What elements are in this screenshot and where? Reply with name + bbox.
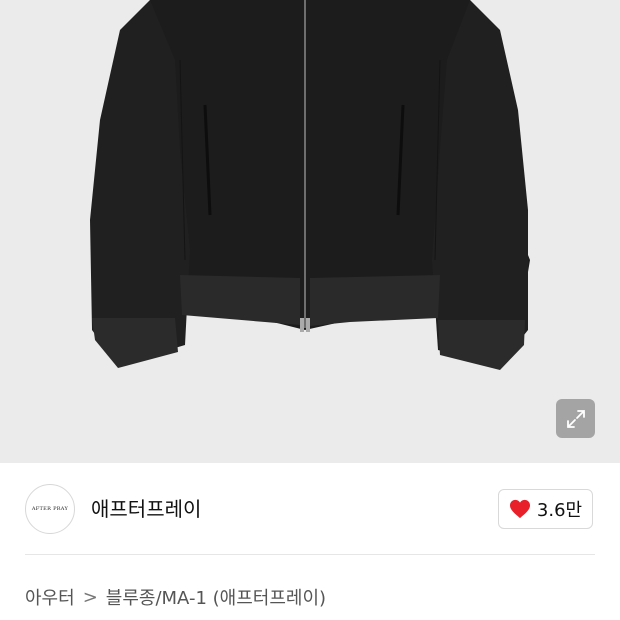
breadcrumb-category[interactable]: 아우터: [25, 584, 75, 610]
heart-icon: [509, 499, 530, 519]
brand-row: AFTER PRAY 애프터프레이 3.6만: [0, 463, 620, 555]
breadcrumb-separator: >: [82, 586, 98, 608]
jacket-image: [90, 0, 530, 370]
brand-name[interactable]: 애프터프레이: [91, 493, 201, 522]
breadcrumb-subcategory[interactable]: 블루종/MA-1 (애프터프레이): [106, 584, 326, 610]
divider: [25, 554, 595, 555]
product-image-area[interactable]: [0, 0, 620, 463]
brand-logo[interactable]: AFTER PRAY: [25, 484, 75, 534]
like-count: 3.6만: [536, 500, 583, 521]
brand-logo-text: AFTER PRAY: [31, 506, 69, 512]
breadcrumb: 아우터 > 블루종/MA-1 (애프터프레이): [25, 584, 326, 610]
like-button[interactable]: 3.6만: [498, 489, 593, 529]
expand-icon: [566, 409, 585, 428]
expand-button[interactable]: [556, 399, 595, 438]
